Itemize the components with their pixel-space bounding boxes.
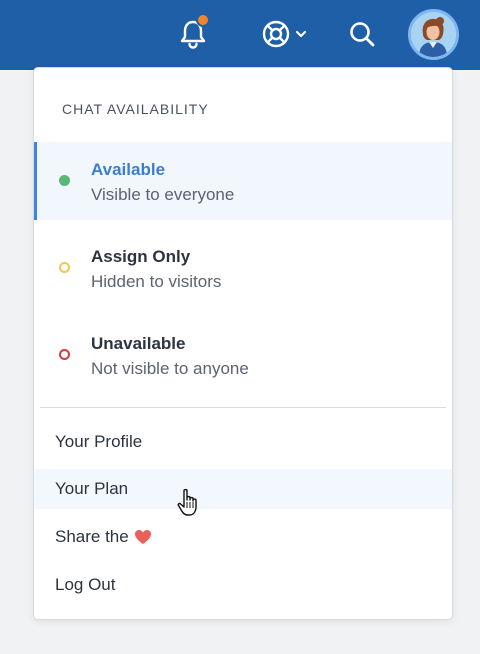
heart-icon — [134, 530, 151, 544]
search-icon[interactable] — [345, 17, 379, 51]
top-bar — [0, 0, 480, 70]
account-dropdown: CHAT AVAILABILITY Available Visible to e… — [33, 67, 453, 620]
menu-item-label: Your Plan — [55, 479, 129, 498]
status-description: Not visible to anyone — [91, 359, 249, 378]
help-lifebuoy-icon[interactable] — [259, 17, 311, 51]
menu-item-your-profile[interactable]: Your Profile — [34, 422, 452, 462]
status-label: Assign Only — [91, 247, 191, 266]
menu-item-label: Log Out — [55, 575, 116, 594]
notification-badge — [196, 13, 210, 27]
user-avatar[interactable] — [408, 9, 459, 60]
status-description: Hidden to visitors — [91, 272, 222, 291]
menu-item-label: Share the — [55, 527, 129, 546]
status-option-available[interactable]: Available Visible to everyone — [34, 142, 452, 220]
chat-availability-heading: CHAT AVAILABILITY — [62, 101, 209, 117]
status-label: Available — [91, 160, 166, 179]
status-description: Visible to everyone — [91, 185, 235, 204]
menu-item-log-out[interactable]: Log Out — [34, 565, 452, 605]
status-label: Unavailable — [91, 334, 186, 353]
menu-divider — [40, 407, 446, 408]
chevron-down-icon — [295, 30, 307, 38]
status-dot-icon — [59, 175, 70, 186]
status-dot-icon — [59, 262, 70, 273]
menu-item-share[interactable]: Share the — [34, 517, 452, 557]
menu-item-your-plan[interactable]: Your Plan — [34, 469, 452, 509]
hand-pointer-cursor-icon — [177, 488, 197, 516]
status-dot-icon — [59, 349, 70, 360]
status-option-unavailable[interactable]: Unavailable Not visible to anyone — [34, 316, 452, 394]
menu-item-label: Your Profile — [55, 432, 143, 451]
status-option-assign-only[interactable]: Assign Only Hidden to visitors — [34, 229, 452, 307]
